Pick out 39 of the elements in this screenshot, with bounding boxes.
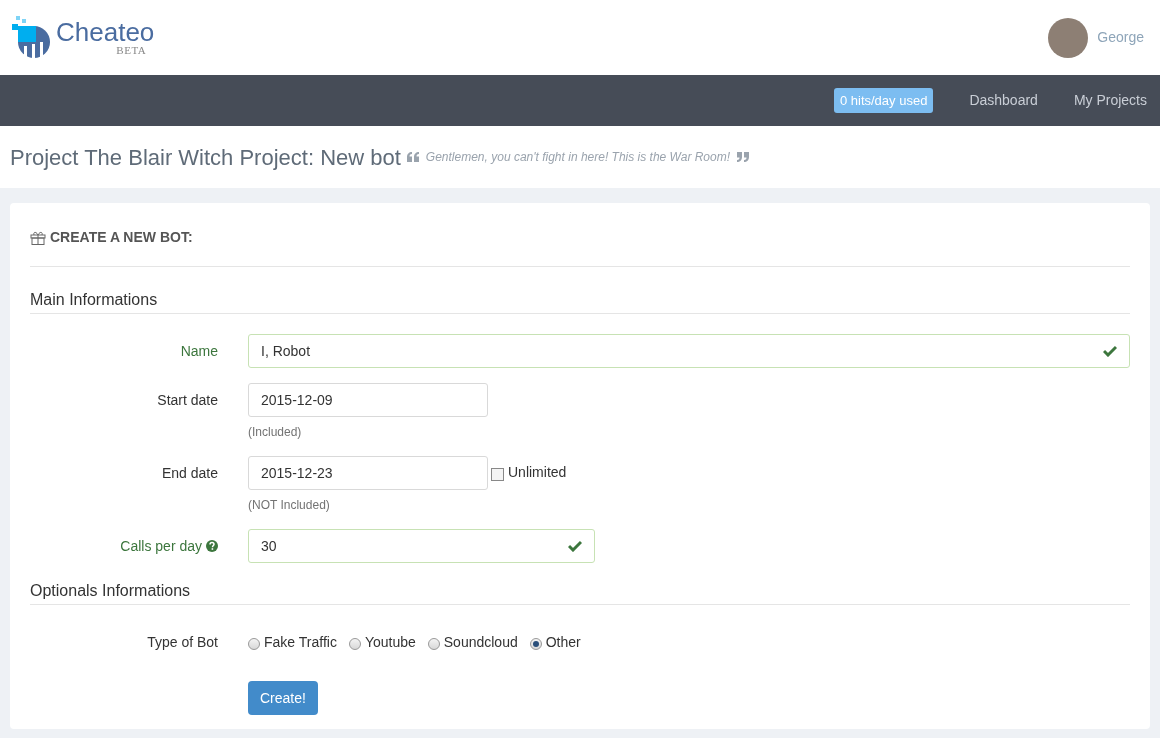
checkbox[interactable] (491, 468, 504, 481)
radio-label: Fake Traffic (264, 632, 337, 652)
avatar-placeholder[interactable] (1048, 17, 1089, 58)
card-title: CREATE A NEW BOT: (50, 228, 193, 247)
field-label: Type of Bot (147, 632, 218, 652)
radio-label: Other (545, 632, 581, 652)
input-field[interactable]: 2015-12-23 (248, 456, 488, 490)
close-quote-icon (736, 152, 750, 162)
radio-button[interactable] (348, 637, 361, 650)
checkmark-icon (1103, 345, 1117, 357)
radio-label: Soundcloud (443, 632, 518, 652)
radio-label: Youtube (364, 632, 416, 652)
input-field[interactable]: I, Robot (248, 334, 1130, 368)
create-button[interactable]: Create! (248, 681, 318, 715)
section-heading: Optionals Informations (30, 582, 191, 599)
field-label: Name (180, 341, 218, 361)
nav-link[interactable]: My Projects (1073, 90, 1147, 111)
radio-button[interactable] (529, 637, 542, 650)
page-title: Project The Blair Witch Project: New bot (10, 143, 401, 172)
input-field[interactable]: 2015-12-09 (248, 383, 488, 417)
open-quote-icon (406, 152, 420, 162)
checkbox-label: Unlimited (508, 463, 567, 482)
usage-badge: 0 hits/day used (833, 87, 934, 114)
help-text: (NOT Included) (248, 497, 330, 514)
page-quote: Gentlemen, you can't fight in here! This is the War Room! (425, 149, 731, 166)
nav-link[interactable]: Dashboard (969, 90, 1038, 111)
input-field[interactable]: 30 (248, 529, 595, 563)
radio-button[interactable] (248, 637, 260, 650)
logo-wordmark: Cheateo (56, 19, 155, 45)
checkmark-icon (568, 540, 582, 552)
help-text: (Included) (248, 424, 302, 441)
gift-icon (30, 230, 46, 245)
field-label: Calls per day (120, 536, 202, 556)
field-label: Start date (157, 390, 218, 410)
section-heading: Main Informations (30, 291, 158, 308)
field-label: End date (161, 463, 218, 483)
logo-icon (12, 15, 52, 60)
radio-button[interactable] (427, 637, 440, 650)
logo-tag: BETA (116, 45, 147, 56)
